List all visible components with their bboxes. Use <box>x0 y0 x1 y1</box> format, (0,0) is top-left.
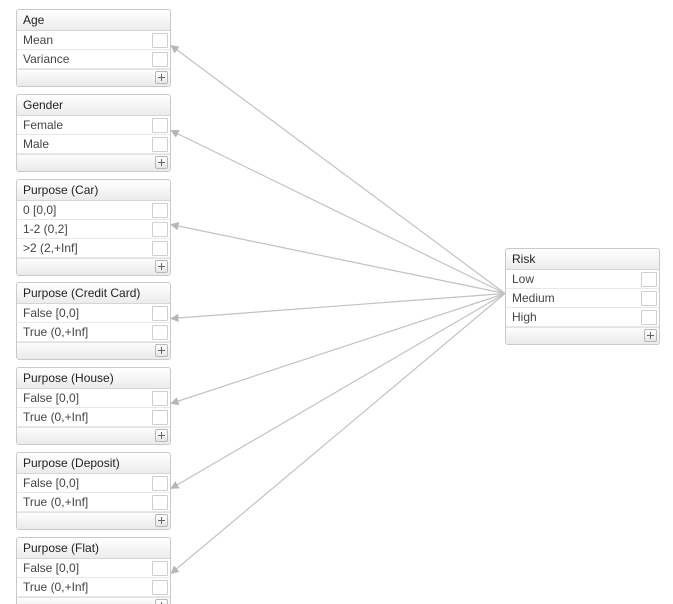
row-label: Low <box>512 271 637 287</box>
row-label: Medium <box>512 290 637 306</box>
edge-risk-to-gender <box>171 131 505 294</box>
plus-icon[interactable] <box>155 599 168 604</box>
node-footer <box>17 69 170 86</box>
node-flat[interactable]: Purpose (Flat)False [0,0] True (0,+Inf] <box>16 537 171 604</box>
row-value-box[interactable] <box>152 561 168 576</box>
node-footer <box>17 427 170 444</box>
node-row[interactable]: Male <box>17 135 170 154</box>
row-value-box[interactable] <box>152 306 168 321</box>
node-row[interactable]: False [0,0] <box>17 304 170 323</box>
node-row[interactable]: Medium <box>506 289 659 308</box>
node-title[interactable]: Purpose (Car) <box>17 180 170 201</box>
row-label: True (0,+Inf] <box>23 494 148 510</box>
node-row[interactable]: High <box>506 308 659 327</box>
node-footer <box>506 327 659 344</box>
node-title[interactable]: Age <box>17 10 170 31</box>
node-deposit[interactable]: Purpose (Deposit)False [0,0] True (0,+Inf… <box>16 452 171 530</box>
node-car[interactable]: Purpose (Car)0 [0,0] 1-2 (0,2] >2 (2,+Inf] <box>16 179 171 276</box>
row-label: Mean <box>23 32 148 48</box>
node-risk[interactable]: RiskLow Medium High <box>505 248 660 345</box>
row-value-box[interactable] <box>152 410 168 425</box>
node-footer <box>17 342 170 359</box>
row-label: 1-2 (0,2] <box>23 221 148 237</box>
plus-icon[interactable] <box>644 329 657 342</box>
node-house[interactable]: Purpose (House)False [0,0] True (0,+Inf] <box>16 367 171 445</box>
plus-icon[interactable] <box>155 344 168 357</box>
plus-icon[interactable] <box>155 71 168 84</box>
node-row[interactable]: True (0,+Inf] <box>17 408 170 427</box>
edge-risk-to-cc <box>171 294 505 319</box>
node-row[interactable]: True (0,+Inf] <box>17 493 170 512</box>
edge-risk-to-car <box>171 225 505 294</box>
node-footer <box>17 258 170 275</box>
row-label: 0 [0,0] <box>23 202 148 218</box>
node-title[interactable]: Purpose (Deposit) <box>17 453 170 474</box>
row-label: >2 (2,+Inf] <box>23 240 148 256</box>
node-title[interactable]: Purpose (Flat) <box>17 538 170 559</box>
row-value-box[interactable] <box>641 272 657 287</box>
node-title[interactable]: Gender <box>17 95 170 116</box>
row-label: False [0,0] <box>23 390 148 406</box>
node-row[interactable]: False [0,0] <box>17 389 170 408</box>
node-footer <box>17 597 170 604</box>
node-title[interactable]: Purpose (Credit Card) <box>17 283 170 304</box>
row-value-box[interactable] <box>152 52 168 67</box>
node-row[interactable]: True (0,+Inf] <box>17 323 170 342</box>
edge-risk-to-house <box>171 294 505 404</box>
edge-risk-to-age <box>171 46 505 294</box>
row-label: True (0,+Inf] <box>23 579 148 595</box>
edge-risk-to-deposit <box>171 294 505 489</box>
node-row[interactable]: Low <box>506 270 659 289</box>
row-value-box[interactable] <box>152 137 168 152</box>
node-row[interactable]: >2 (2,+Inf] <box>17 239 170 258</box>
node-row[interactable]: 0 [0,0] <box>17 201 170 220</box>
row-label: Female <box>23 117 148 133</box>
node-row[interactable]: Female <box>17 116 170 135</box>
row-value-box[interactable] <box>152 222 168 237</box>
plus-icon[interactable] <box>155 429 168 442</box>
row-value-box[interactable] <box>152 495 168 510</box>
row-label: False [0,0] <box>23 305 148 321</box>
node-age[interactable]: AgeMean Variance <box>16 9 171 87</box>
node-row[interactable]: Variance <box>17 50 170 69</box>
row-label: True (0,+Inf] <box>23 324 148 340</box>
node-cc[interactable]: Purpose (Credit Card)False [0,0] True (0,… <box>16 282 171 360</box>
plus-icon[interactable] <box>155 260 168 273</box>
node-row[interactable]: False [0,0] <box>17 559 170 578</box>
edge-risk-to-flat <box>171 294 505 574</box>
row-label: Variance <box>23 51 148 67</box>
node-footer <box>17 512 170 529</box>
row-value-box[interactable] <box>152 580 168 595</box>
row-value-box[interactable] <box>641 310 657 325</box>
row-value-box[interactable] <box>152 391 168 406</box>
row-label: False [0,0] <box>23 560 148 576</box>
node-gender[interactable]: GenderFemale Male <box>16 94 171 172</box>
node-footer <box>17 154 170 171</box>
row-value-box[interactable] <box>152 118 168 133</box>
row-label: True (0,+Inf] <box>23 409 148 425</box>
node-title[interactable]: Purpose (House) <box>17 368 170 389</box>
row-value-box[interactable] <box>152 33 168 48</box>
row-value-box[interactable] <box>152 476 168 491</box>
row-label: Male <box>23 136 148 152</box>
node-row[interactable]: Mean <box>17 31 170 50</box>
row-label: High <box>512 309 637 325</box>
node-row[interactable]: True (0,+Inf] <box>17 578 170 597</box>
row-value-box[interactable] <box>152 241 168 256</box>
node-row[interactable]: 1-2 (0,2] <box>17 220 170 239</box>
plus-icon[interactable] <box>155 514 168 527</box>
node-row[interactable]: False [0,0] <box>17 474 170 493</box>
plus-icon[interactable] <box>155 156 168 169</box>
node-title[interactable]: Risk <box>506 249 659 270</box>
row-value-box[interactable] <box>152 203 168 218</box>
row-value-box[interactable] <box>641 291 657 306</box>
row-value-box[interactable] <box>152 325 168 340</box>
row-label: False [0,0] <box>23 475 148 491</box>
